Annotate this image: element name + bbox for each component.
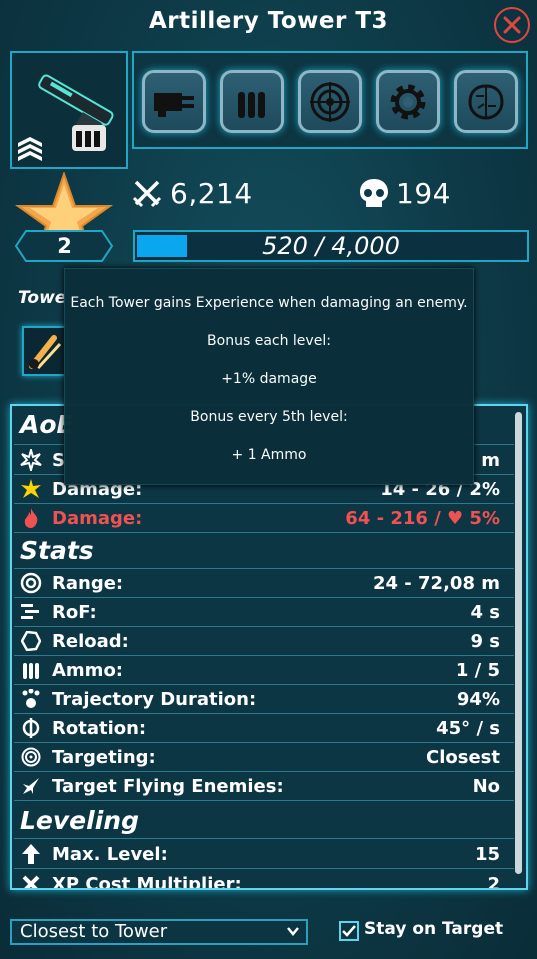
kills-value: 194: [396, 176, 451, 210]
reload-label: Reload:: [52, 630, 129, 652]
trajectory-icon: [22, 689, 40, 708]
arrow-up-icon: [22, 844, 40, 864]
tooltip-line: Bonus each level:: [207, 333, 331, 349]
tower-section-label: Towe: [18, 288, 67, 308]
brain-icon: [468, 83, 504, 120]
gear-icon: [390, 84, 426, 119]
xp-progress-bar[interactable]: 520 / 4,000: [133, 230, 529, 262]
rotation-icon: [22, 718, 40, 738]
stat-row-rof: RoF: 4 s: [18, 598, 500, 626]
divider: [14, 532, 514, 533]
tooltip-line: Bonus every 5th level:: [190, 409, 348, 425]
range-label: Range:: [52, 572, 124, 594]
tooltip-line: Each Tower gains Experience when damagin…: [70, 295, 468, 311]
gatling-icon: [154, 92, 194, 117]
xp-progress-text: 520 / 4,000: [262, 232, 400, 260]
damage-dealt-value: 6,214: [170, 176, 253, 210]
tooltip-line: + 1 Ammo: [231, 447, 307, 463]
stay-on-target-checkbox[interactable]: [339, 921, 359, 941]
trajectory-label: Trajectory Duration:: [52, 688, 257, 710]
max-level-label: Max. Level:: [52, 843, 168, 865]
burst-icon: [20, 449, 42, 471]
close-button[interactable]: [494, 7, 530, 43]
stat-row-xp-multiplier: XP Cost Multiplier: 2: [18, 870, 500, 890]
chevron-down-icon: [287, 927, 299, 936]
upgrade-weapon-button[interactable]: [142, 70, 206, 133]
upgrade-radar-button[interactable]: [298, 70, 362, 133]
damage-dealt-stat: 6,214: [132, 173, 253, 213]
reload-value: 9 s: [470, 630, 500, 652]
explosive-shell-icon: [29, 335, 62, 370]
xp-multiplier-label: XP Cost Multiplier:: [52, 873, 242, 890]
range-value: 24 - 72,08 m: [372, 572, 500, 594]
explosion-icon: [21, 479, 41, 498]
rate-of-fire-icon: [21, 604, 39, 619]
fire-damage-label: Damage:: [52, 507, 143, 529]
panel-title: Artillery Tower T3: [148, 8, 389, 34]
flying-label: Target Flying Enemies:: [52, 775, 284, 797]
rank-chevrons-icon: [18, 137, 42, 161]
targeting-value: Closest: [426, 746, 500, 768]
fire-icon: [24, 508, 38, 528]
targeting-mode-value: Closest to Tower: [20, 921, 168, 942]
tower-portrait[interactable]: [10, 51, 128, 169]
flying-enemy-icon: [23, 778, 39, 794]
ammo-icon: [238, 91, 265, 118]
rotation-label: Rotation:: [52, 717, 147, 739]
stats-section-title: Stats: [20, 536, 94, 565]
tooltip-line: +1% damage: [221, 371, 317, 387]
kills-stat: 194: [358, 173, 451, 213]
stat-row-trajectory: Trajectory Duration: 94%: [18, 685, 500, 713]
stats-scrollbar[interactable]: [515, 412, 522, 874]
upgrade-ammo-button[interactable]: [220, 70, 284, 133]
divider: [14, 800, 514, 801]
upgrade-icon-row: [132, 51, 528, 149]
stat-row-reload: Reload: 9 s: [18, 627, 500, 655]
multiplier-icon: [22, 875, 40, 888]
trajectory-value: 94%: [456, 688, 500, 710]
xp-multiplier-value: 2: [487, 873, 500, 890]
stat-row-max-level: Max. Level: 15: [18, 840, 500, 868]
crossed-swords-icon: [132, 180, 162, 208]
rof-label: RoF:: [52, 601, 97, 623]
divider: [14, 868, 514, 869]
skull-icon: [360, 179, 388, 207]
stat-row-ammo: Ammo: 1 / 5: [18, 656, 500, 684]
flying-value: No: [472, 775, 500, 797]
stat-row-targeting: Targeting: Closest: [18, 743, 500, 771]
stat-row-flying: Target Flying Enemies: No: [18, 772, 500, 800]
range-icon: [20, 572, 42, 594]
xp-tooltip: Each Tower gains Experience when damagin…: [64, 268, 474, 485]
max-level-value: 15: [474, 843, 500, 865]
stay-on-target-label[interactable]: Stay on Target: [364, 919, 503, 939]
radar-icon: [310, 81, 350, 122]
stat-row-range: Range: 24 - 72,08 m: [18, 569, 500, 597]
aoe-size-value: m: [481, 449, 500, 471]
fire-damage-row: Damage: 64 - 216 / ♥ 5%: [18, 504, 500, 532]
ammo-icon: [23, 663, 39, 679]
fire-damage-value: 64 - 216 / ♥ 5%: [345, 507, 500, 529]
upgrade-mechanics-button[interactable]: [376, 70, 440, 133]
rotation-value: 45° / s: [436, 717, 500, 739]
targeting-icon: [21, 747, 41, 767]
targeting-label: Targeting:: [52, 746, 156, 768]
leveling-section-title: Leveling: [20, 806, 139, 835]
ammo-type-slot[interactable]: [22, 326, 68, 376]
divider: [14, 838, 514, 839]
targeting-mode-select[interactable]: Closest to Tower: [10, 919, 308, 945]
rof-value: 4 s: [470, 601, 500, 623]
checkmark-icon: [342, 925, 356, 937]
ammo-label: Ammo:: [52, 659, 124, 681]
reload-icon: [21, 631, 41, 651]
stat-row-rotation: Rotation: 45° / s: [18, 714, 500, 742]
upgrade-ai-button[interactable]: [454, 70, 518, 133]
ammo-value: 1 / 5: [455, 659, 500, 681]
close-icon: [503, 16, 521, 34]
tower-level: 2: [57, 234, 72, 258]
